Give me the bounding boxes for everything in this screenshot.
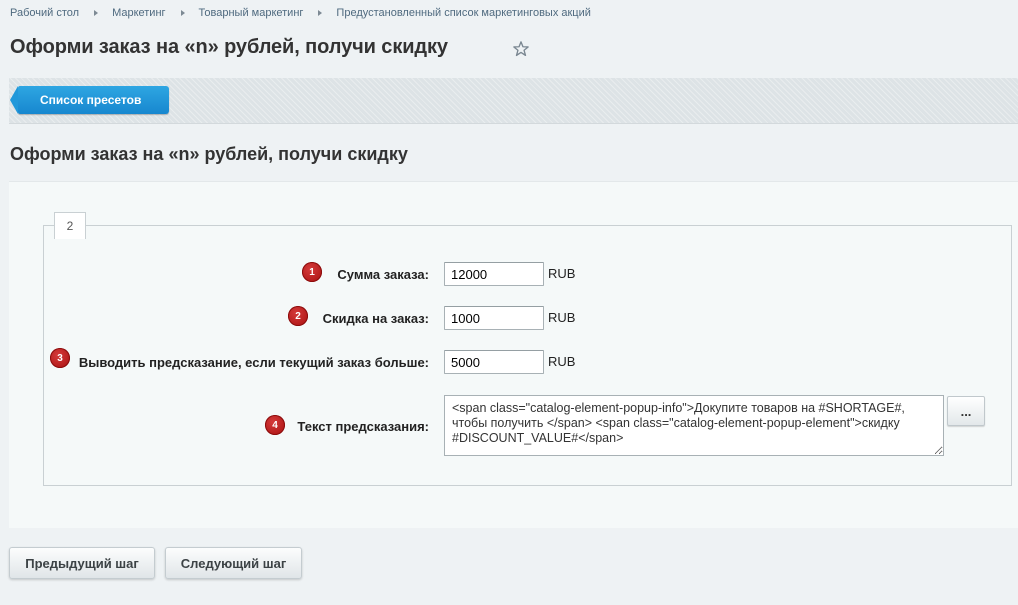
breadcrumb-item-desktop[interactable]: Рабочий стол xyxy=(10,7,79,19)
breadcrumb-item-product-marketing[interactable]: Товарный маркетинг xyxy=(199,7,304,19)
insert-macro-button[interactable]: ... xyxy=(947,396,985,426)
discount-unit: RUB xyxy=(548,310,576,325)
show-hint-unit: RUB xyxy=(548,354,576,369)
breadcrumb: Рабочий стол Маркетинг Товарный маркетин… xyxy=(10,7,591,19)
step-badge-2: 2 xyxy=(288,306,308,326)
chevron-right-icon xyxy=(318,10,323,16)
step-number-tab: 2 xyxy=(54,212,86,239)
order-sum-input[interactable] xyxy=(444,262,544,286)
hint-text-textarea[interactable]: <span class="catalog-element-popup-info"… xyxy=(444,395,944,456)
preset-list-button[interactable]: Список пресетов xyxy=(10,86,169,114)
chevron-right-icon xyxy=(94,10,99,16)
hint-text-label: Текст предсказания: xyxy=(297,419,429,434)
step-badge-3: 3 xyxy=(50,348,70,368)
order-sum-unit: RUB xyxy=(548,266,576,281)
star-icon[interactable] xyxy=(512,40,530,58)
discount-label: Скидка на заказ: xyxy=(322,311,429,326)
chevron-right-icon xyxy=(180,10,185,16)
breadcrumb-item-marketing[interactable]: Маркетинг xyxy=(112,7,165,19)
show-hint-label: Выводить предсказание, если текущий зака… xyxy=(78,355,429,370)
page-title: Оформи заказ на «n» рублей, получи скидк… xyxy=(10,36,448,58)
order-sum-label: Сумма заказа: xyxy=(337,267,429,282)
step-badge-4: 4 xyxy=(265,415,285,435)
show-hint-threshold-input[interactable] xyxy=(444,350,544,374)
next-step-button[interactable]: Следующий шаг xyxy=(165,547,302,579)
breadcrumb-item-preset-list[interactable]: Предустановленный список маркетинговых а… xyxy=(336,7,590,19)
previous-step-button[interactable]: Предыдущий шаг xyxy=(9,547,155,579)
section-title: Оформи заказ на «n» рублей, получи скидк… xyxy=(10,144,408,164)
step-badge-1: 1 xyxy=(302,262,322,282)
discount-input[interactable] xyxy=(444,306,544,330)
